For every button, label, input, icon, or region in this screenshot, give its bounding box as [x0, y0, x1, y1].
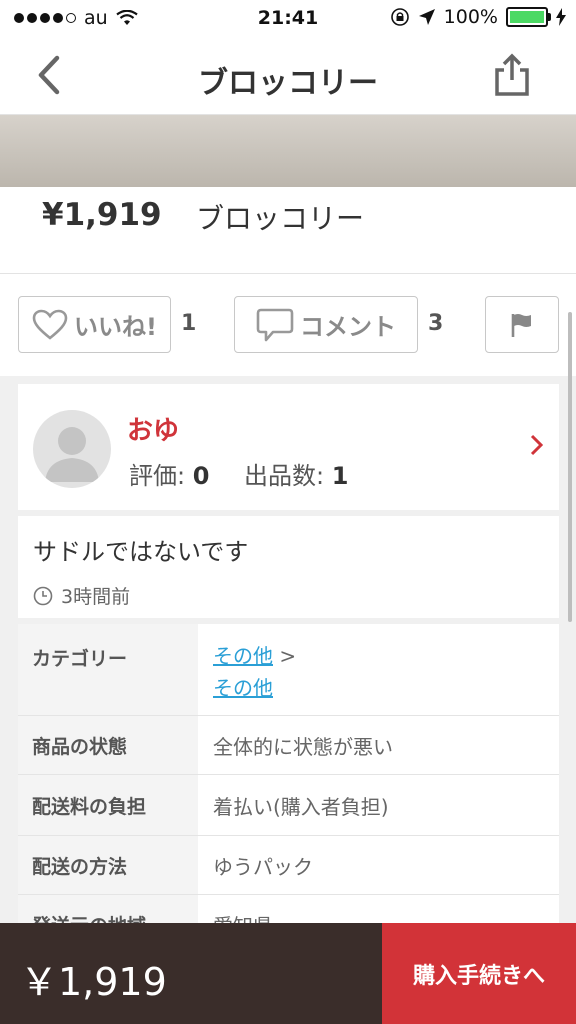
table-row-shipping-fee: 配送料の負担 着払い(購入者負担)	[18, 775, 559, 836]
seller-card[interactable]: おゆ 評価: 0 出品数: 1	[18, 384, 559, 510]
posted-time-label: 3時間前	[61, 586, 131, 608]
posted-time: 3時間前	[33, 582, 130, 609]
condition-label: 商品の状態	[18, 716, 198, 774]
like-label: いいね!	[74, 313, 157, 341]
charging-bolt-icon	[556, 8, 566, 26]
user-silhouette-icon	[45, 427, 99, 482]
table-row-category: カテゴリー その他 > その他	[18, 624, 559, 716]
status-bar: au 21:41 100%	[0, 0, 576, 38]
details-table: カテゴリー その他 > その他 商品の状態 全体的に状態が悪い 配送料の負担 着…	[18, 624, 559, 954]
status-right: 100%	[390, 6, 566, 28]
product-title: ブロッコリー	[196, 202, 365, 235]
like-count: 1	[181, 311, 197, 336]
rating-value: 0	[192, 462, 210, 490]
shipping-fee-value: 着払い(購入者負担)	[198, 775, 559, 835]
flag-icon	[511, 313, 531, 337]
shipping-fee-label: 配送料の負担	[18, 775, 198, 835]
report-button[interactable]	[485, 296, 559, 353]
category-value: その他 > その他	[198, 624, 559, 715]
seller-rating: 評価: 0	[129, 456, 209, 491]
location-arrow-icon	[418, 9, 435, 25]
avatar	[33, 410, 111, 488]
shipping-method-value: ゆうパック	[198, 836, 559, 894]
product-image[interactable]	[0, 115, 576, 187]
action-row: いいね! 1 コメント 3	[0, 274, 576, 376]
clock-icon	[33, 586, 53, 605]
rating-label: 評価:	[129, 462, 186, 490]
purchase-button[interactable]: 購入手続きへ	[382, 923, 576, 1024]
battery-icon	[506, 7, 551, 27]
speech-bubble-icon	[256, 308, 294, 341]
description-text: サドルではないです	[33, 538, 249, 566]
description-card: サドルではないです 3時間前	[18, 516, 559, 618]
orientation-lock-icon	[390, 8, 409, 26]
shipping-method-label: 配送の方法	[18, 836, 198, 894]
comment-button[interactable]: コメント	[234, 296, 418, 353]
seller-listings: 出品数: 1	[244, 456, 348, 491]
battery-percent: 100%	[443, 6, 498, 28]
heart-icon	[32, 309, 68, 340]
nav-bar: ブロッコリー	[0, 38, 576, 115]
comment-count: 3	[428, 311, 444, 336]
like-button[interactable]: いいね!	[18, 296, 171, 353]
price-block: ¥1,919 ブロッコリー	[0, 187, 576, 274]
product-price: ¥1,919	[42, 197, 162, 233]
seller-name: おゆ	[127, 416, 180, 446]
bottom-price: ￥1,919	[20, 960, 167, 1004]
category-separator: >	[279, 644, 297, 668]
category-label: カテゴリー	[18, 624, 198, 715]
bottom-price-panel: ￥1,919	[0, 923, 382, 1024]
listings-value: 1	[331, 462, 349, 490]
share-icon[interactable]	[488, 50, 536, 98]
category-link-1[interactable]: その他	[213, 644, 273, 668]
table-row-shipping-method: 配送の方法 ゆうパック	[18, 836, 559, 895]
scrollbar[interactable]	[568, 312, 572, 622]
category-link-2[interactable]: その他	[213, 676, 273, 700]
table-row-condition: 商品の状態 全体的に状態が悪い	[18, 716, 559, 775]
chevron-right-icon	[530, 434, 544, 456]
condition-value: 全体的に状態が悪い	[198, 716, 559, 774]
comment-label: コメント	[300, 313, 396, 341]
purchase-bar: ￥1,919 購入手続きへ	[0, 923, 576, 1024]
listings-label: 出品数:	[244, 462, 325, 490]
